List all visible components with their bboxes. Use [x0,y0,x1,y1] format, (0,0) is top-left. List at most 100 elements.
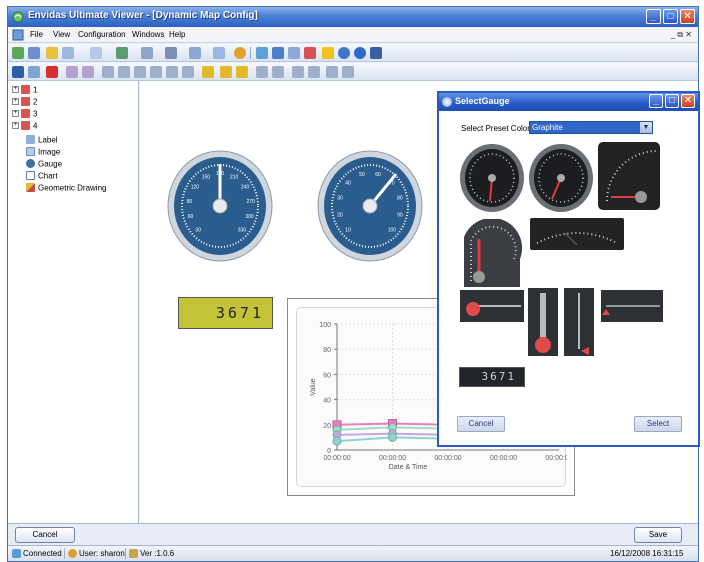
expand-icon[interactable]: + [12,122,19,130]
same-width-icon[interactable] [202,66,214,78]
copy-icon[interactable] [256,47,268,59]
cancel-button[interactable]: Cancel [15,527,75,543]
dialog-cancel-button[interactable]: Cancel [457,416,505,432]
align-middle-icon[interactable] [166,66,178,78]
align-center-icon[interactable] [118,66,130,78]
list-icon[interactable] [272,47,284,59]
export-icon[interactable] [90,47,102,59]
align-bottom-icon[interactable] [182,66,194,78]
tree-item-geometric-drawing[interactable]: Geometric Drawing [26,183,106,194]
align-left-icon[interactable] [102,66,114,78]
gauge-thumb-half[interactable] [459,219,525,289]
settings-icon[interactable] [189,47,201,59]
same-height-icon[interactable] [220,66,232,78]
title-bar[interactable]: Envidas Ultimate Viewer - [Dynamic Map C… [8,7,698,27]
maximize-button[interactable]: □ [663,9,678,24]
y-tick-label: 60 [323,372,331,379]
document-icon [12,29,24,41]
grid-icon[interactable] [256,66,268,78]
expand-icon[interactable]: + [12,86,19,94]
menu-windows[interactable]: Windows [132,30,164,39]
clock-icon[interactable] [234,47,246,59]
datetime-status: 16/12/2008 16:31:15 [610,549,684,558]
close-button[interactable]: ✕ [680,9,695,24]
spacing-vertical-icon[interactable] [308,66,320,78]
graph-icon[interactable] [165,47,177,59]
tree-item-gauge[interactable]: Gauge [26,159,62,170]
dialog-title-bar[interactable]: SelectGauge _ □ ✕ [439,93,698,111]
gauge-widget-2[interactable]: 1020304050 60708090100 [317,149,423,263]
expand-icon[interactable]: + [12,110,19,118]
gauge-thumb-round-1[interactable] [459,143,525,213]
gauge-tick-label: 30 [337,195,343,201]
menu-file[interactable]: File [30,30,43,39]
tree-group-3[interactable]: +3 [12,109,37,120]
tree-item-label[interactable]: Label [26,135,58,146]
delete-window-icon[interactable] [304,47,316,59]
dialog-minimize-button[interactable]: _ [649,94,663,108]
tree-item-image[interactable]: Image [26,147,60,158]
spacing-horizontal-icon[interactable] [292,66,304,78]
gauge-thumb-horizontal-bar-2[interactable] [600,289,664,323]
data-point [388,432,397,442]
delete-icon[interactable] [46,66,58,78]
tree-item-chart[interactable]: Chart [26,171,58,182]
dialog-close-button[interactable]: ✕ [681,94,695,108]
menu-help[interactable]: Help [169,30,185,39]
mdi-controls[interactable]: _ ⧉ ✕ [671,30,692,40]
tree-group-4[interactable]: +4 [12,121,37,132]
filter-icon[interactable] [141,47,153,59]
center-horizontal-icon[interactable] [326,66,338,78]
tree-group-2[interactable]: +2 [12,97,37,108]
alarm-icon[interactable] [46,47,58,59]
table-icon[interactable] [288,47,300,59]
tools-icon[interactable] [116,47,128,59]
save-button[interactable]: Save [634,527,682,543]
gauge-thumb-lcd[interactable]: 3671 [459,367,525,387]
geometric-drawing-icon [26,183,35,193]
gauge-thumb-thermometer[interactable] [527,287,559,357]
tree-group-1[interactable]: +1 [12,85,37,96]
menu-view[interactable]: View [53,30,70,39]
gauge-thumb-quarter[interactable] [597,141,661,211]
gauge-tick-label: 60 [375,172,381,178]
gauge-tick-label: 120 [191,185,200,191]
copy-element-icon[interactable] [66,66,78,78]
minimize-button[interactable]: _ [646,9,661,24]
new-map-icon[interactable] [12,47,24,59]
gauge-thumb-round-2[interactable] [528,143,594,213]
paste-element-icon[interactable] [82,66,94,78]
bottom-bar: Cancel Save [8,523,698,545]
save-icon[interactable] [12,66,24,78]
preset-color-label: Select Preset Color: [461,124,533,133]
lcd-display[interactable]: 3671 [178,297,273,329]
properties-icon[interactable] [28,66,40,78]
help-icon[interactable] [338,47,350,59]
menu-configuration[interactable]: Configuration [78,30,126,39]
report-icon[interactable] [62,47,74,59]
center-vertical-icon[interactable] [342,66,354,78]
gauge-tick-label: 270 [246,199,255,205]
menu-bar: File View Configuration Windows Help _ ⧉… [8,27,698,43]
chart-tool-icon[interactable] [213,47,225,59]
gauge-thumb-vertical-bar[interactable] [563,287,595,357]
dialog-maximize-button[interactable]: □ [665,94,679,108]
window-icon[interactable] [28,47,40,59]
gauge-tick-label: 60 [188,214,194,220]
expand-icon[interactable]: + [12,98,19,106]
info-icon[interactable] [354,47,366,59]
gauge-thumb-linear-arc[interactable] [529,217,625,251]
align-top-icon[interactable] [150,66,162,78]
align-right-icon[interactable] [134,66,146,78]
chevron-down-icon[interactable]: ▼ [640,122,652,133]
toolbar-separator [250,47,251,59]
snap-icon[interactable] [272,66,284,78]
exit-icon[interactable] [370,47,382,59]
dialog-select-button[interactable]: Select [634,416,682,432]
x-tick-label: 00:00:00 [434,455,461,462]
highlight-icon[interactable] [322,47,334,59]
same-size-icon[interactable] [236,66,248,78]
gauge-widget-1[interactable]: 306090120150180210240270300330 [167,149,273,263]
preset-color-select[interactable]: Graphite ▼ [529,121,653,134]
gauge-thumb-horizontal-bar-1[interactable] [459,289,525,323]
